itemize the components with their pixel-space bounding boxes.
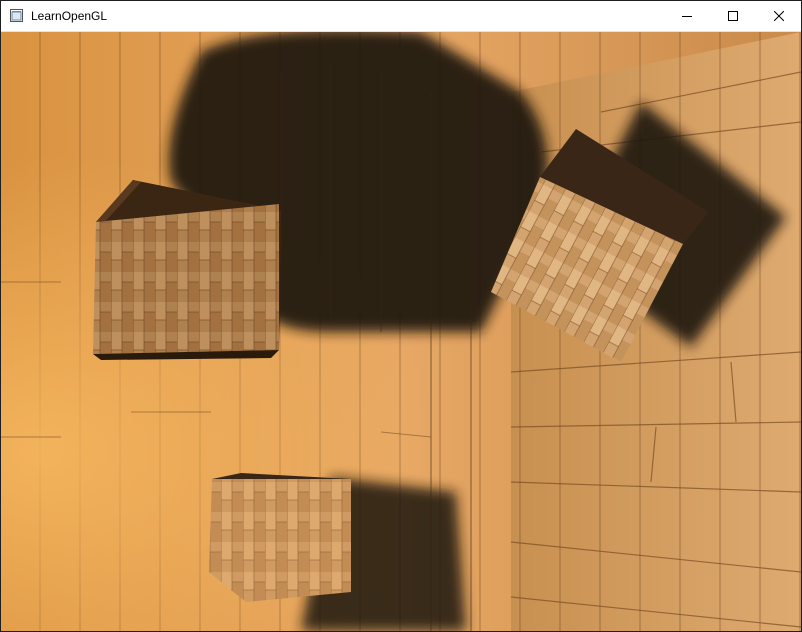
scene-render (1, 32, 801, 631)
cube-left (93, 180, 281, 360)
window-title: LearnOpenGL (31, 9, 108, 23)
minimize-button[interactable] (664, 1, 710, 31)
close-icon (774, 11, 784, 21)
app-window: LearnOpenGL (0, 0, 802, 632)
minimize-icon (682, 16, 692, 17)
opengl-window-icon (10, 9, 23, 22)
maximize-icon (728, 11, 738, 21)
close-button[interactable] (756, 1, 801, 31)
cube-bottom (209, 473, 351, 602)
title-bar[interactable]: LearnOpenGL (1, 1, 801, 32)
render-viewport[interactable] (1, 32, 801, 631)
maximize-button[interactable] (710, 1, 756, 31)
